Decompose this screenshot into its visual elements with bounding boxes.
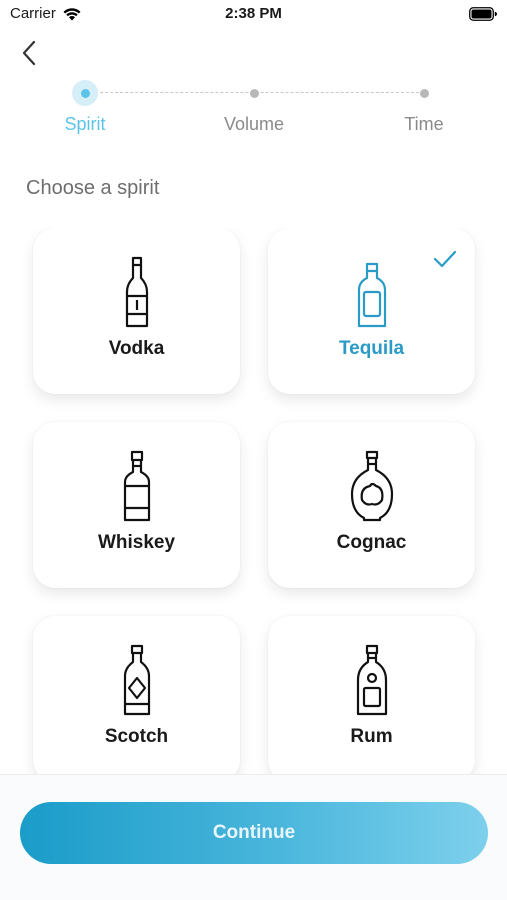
cognac-bottle-icon bbox=[350, 450, 393, 522]
section-title: Choose a spirit bbox=[26, 177, 160, 199]
spirit-grid: Vodka Tequila Whiskey Cognac Scotch Rum bbox=[0, 228, 507, 774]
spirit-card-scotch[interactable]: Scotch bbox=[33, 616, 240, 774]
step-label: Spirit bbox=[64, 114, 106, 134]
spirit-name: Tequila bbox=[338, 338, 405, 359]
step-dot bbox=[249, 88, 259, 98]
spirit-card-whiskey[interactable]: Whiskey bbox=[33, 422, 240, 588]
battery-icon bbox=[469, 7, 497, 21]
footer-bar: Continue bbox=[0, 774, 507, 900]
spirit-name: Cognac bbox=[336, 532, 407, 553]
back-button[interactable] bbox=[14, 38, 44, 68]
step-time[interactable]: Time bbox=[364, 80, 484, 135]
continue-button[interactable]: Continue bbox=[20, 802, 488, 864]
spirit-name: Scotch bbox=[104, 726, 169, 747]
rum-bottle-icon bbox=[356, 644, 387, 716]
spirit-name: Whiskey bbox=[97, 532, 176, 553]
spirit-card-vodka[interactable]: Vodka bbox=[33, 228, 240, 394]
spirit-name: Rum bbox=[350, 726, 393, 747]
step-dot bbox=[419, 88, 429, 98]
spirit-name: Vodka bbox=[108, 338, 165, 359]
step-dot bbox=[80, 88, 90, 98]
step-label: Time bbox=[404, 114, 444, 134]
scotch-bottle-icon bbox=[123, 644, 150, 716]
whiskey-bottle-icon bbox=[123, 450, 150, 522]
step-label: Volume bbox=[223, 114, 285, 134]
tequila-bottle-icon bbox=[357, 262, 386, 328]
progress-stepper: Spirit Volume Time bbox=[0, 80, 507, 140]
spirit-card-cognac[interactable]: Cognac bbox=[268, 422, 475, 588]
step-spirit[interactable]: Spirit bbox=[25, 80, 145, 135]
vodka-bottle-icon bbox=[125, 256, 148, 328]
spirit-card-rum[interactable]: Rum bbox=[268, 616, 475, 774]
spirit-card-tequila[interactable]: Tequila bbox=[268, 228, 475, 394]
chevron-left-icon bbox=[22, 40, 36, 66]
clock: 2:38 PM bbox=[225, 5, 282, 22]
step-volume[interactable]: Volume bbox=[194, 80, 314, 135]
status-bar: Carrier 2:38 PM bbox=[0, 0, 507, 28]
